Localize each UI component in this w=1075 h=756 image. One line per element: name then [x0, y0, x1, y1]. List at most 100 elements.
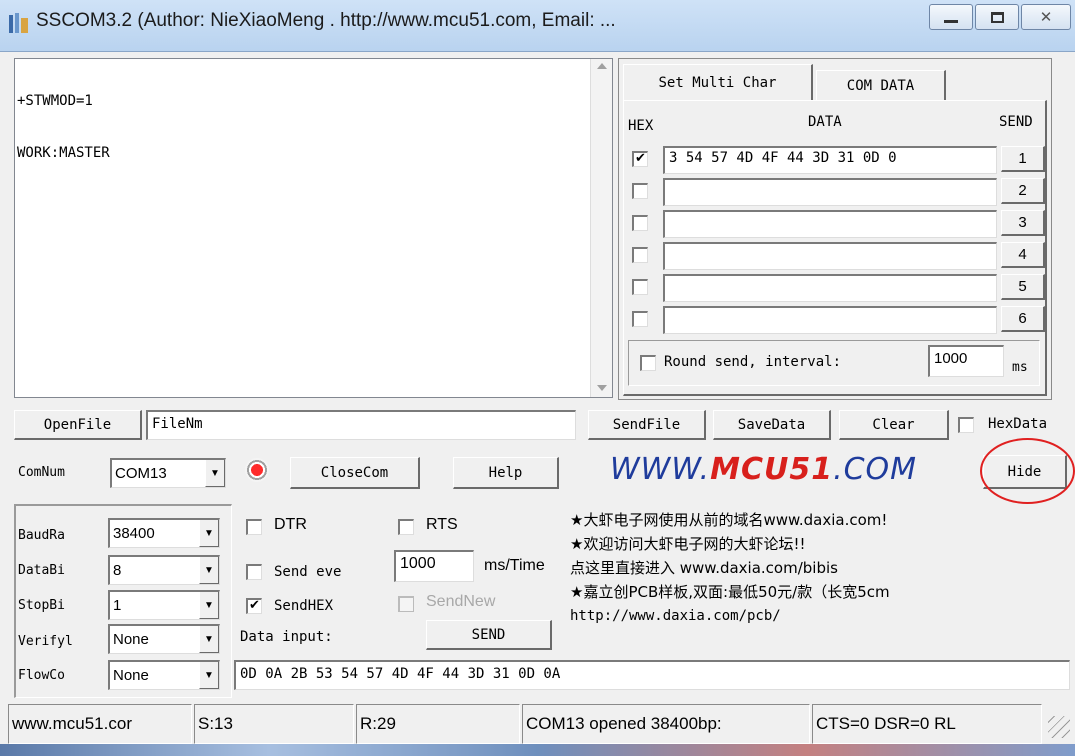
window-title: SSCOM3.2 (Author: NieXiaoMeng . http://w… [36, 10, 616, 31]
status-line-signals: CTS=0 DSR=0 RL [812, 704, 1042, 744]
scroll-up-icon[interactable] [597, 63, 607, 69]
send-hex-checkbox[interactable]: ✔ [246, 598, 262, 614]
com-num-select[interactable]: COM13 ▼ [110, 458, 226, 488]
com-num-label: ComNum [18, 465, 65, 480]
baud-rate-select[interactable]: 38400 ▼ [108, 518, 220, 548]
stop-bits-value: 1 [113, 597, 122, 614]
baud-rate-value: 38400 [113, 525, 155, 542]
brand-logo[interactable]: WWW.MCU51.COM [610, 452, 917, 487]
chevron-down-icon: ▼ [199, 626, 219, 653]
stop-bits-label: StopBi [18, 598, 65, 613]
receive-line: WORK:MASTER [17, 145, 110, 161]
close-com-button[interactable]: CloseCom [290, 457, 420, 489]
flow-control-label: FlowCo [18, 668, 65, 683]
send-hex-label: SendHEX [274, 598, 334, 614]
chevron-down-icon: ▼ [199, 520, 219, 547]
hex-data-checkbox[interactable] [958, 417, 974, 433]
send-row-button[interactable]: 4 [1001, 242, 1045, 268]
send-row-button[interactable]: 6 [1001, 306, 1045, 332]
round-send-label: Round send, interval: [664, 354, 842, 370]
chevron-down-icon: ▼ [199, 662, 219, 689]
chevron-down-icon: ▼ [205, 460, 225, 487]
close-button[interactable]: ✕ [1021, 4, 1071, 30]
data-input-label: Data input: [240, 629, 333, 645]
chevron-down-icon: ▼ [199, 592, 219, 619]
chevron-down-icon: ▼ [199, 557, 219, 584]
ad-line[interactable]: 点这里直接进入 www.daxia.com/bibis [570, 556, 1075, 580]
verify-value: None [113, 631, 149, 648]
scroll-down-icon[interactable] [597, 385, 607, 391]
maximize-icon [990, 11, 1004, 23]
round-send-checkbox[interactable] [640, 355, 656, 371]
multi-char-data-input[interactable] [663, 306, 997, 334]
hex-data-label: HexData [988, 416, 1048, 432]
multi-char-data-input[interactable] [663, 210, 997, 238]
header-send: SEND [999, 114, 1033, 130]
flow-control-value: None [113, 667, 149, 684]
multi-char-data-input[interactable] [663, 242, 997, 270]
ad-line[interactable]: http://www.daxia.com/pcb/ [570, 604, 1075, 628]
com-num-value: COM13 [115, 465, 167, 482]
hex-checkbox[interactable] [632, 215, 648, 231]
file-name-input[interactable]: FileNm [146, 410, 576, 440]
port-status-indicator-icon [245, 458, 269, 482]
send-row-button[interactable]: 3 [1001, 210, 1045, 236]
flow-control-select[interactable]: None ▼ [108, 660, 220, 690]
stop-bits-select[interactable]: 1 ▼ [108, 590, 220, 620]
data-input-field[interactable]: 0D 0A 2B 53 54 57 4D 4F 44 3D 31 0D 0A [234, 660, 1070, 690]
rts-checkbox[interactable] [398, 519, 414, 535]
close-icon: ✕ [1039, 8, 1053, 26]
open-file-button[interactable]: OpenFile [14, 410, 142, 440]
receive-scrollbar[interactable] [590, 59, 612, 397]
hex-checkbox[interactable] [632, 183, 648, 199]
send-every-label: Send eve [274, 564, 342, 580]
data-bits-select[interactable]: 8 ▼ [108, 555, 220, 585]
interval-unit: ms [1012, 360, 1028, 375]
dtr-checkbox[interactable] [246, 519, 262, 535]
tab-com-data[interactable]: COM DATA [816, 70, 946, 100]
status-bar: www.mcu51.cor S:13 R:29 COM13 opened 384… [0, 704, 1075, 744]
data-bits-value: 8 [113, 562, 122, 579]
send-row-button[interactable]: 2 [1001, 178, 1045, 204]
ad-line[interactable]: ★欢迎访问大虾电子网的大虾论坛!! [570, 532, 1075, 556]
hex-checkbox[interactable] [632, 311, 648, 327]
verify-select[interactable]: None ▼ [108, 624, 220, 654]
send-row-button[interactable]: 1 [1001, 146, 1045, 172]
ad-panel[interactable]: ★大虾电子网使用从前的域名www.daxia.com! ★欢迎访问大虾电子网的大… [570, 508, 1075, 656]
minimize-icon [944, 19, 958, 23]
status-received-count: R:29 [356, 704, 520, 744]
tab-set-multi-char[interactable]: Set Multi Char [623, 64, 813, 100]
send-new-checkbox[interactable] [398, 596, 414, 612]
multi-char-data-input[interactable]: 3 54 57 4D 4F 44 3D 31 0D 0 [663, 146, 997, 174]
send-every-interval-input[interactable]: 1000 [394, 550, 474, 582]
data-bits-label: DataBi [18, 563, 65, 578]
resize-grip-icon[interactable] [1048, 716, 1070, 738]
send-every-checkbox[interactable] [246, 564, 262, 580]
send-new-label: SendNew [426, 593, 496, 610]
status-site: www.mcu51.cor [8, 704, 192, 744]
save-data-button[interactable]: SaveData [713, 410, 831, 440]
maximize-button[interactable] [975, 4, 1019, 30]
verify-label: Verifyl [18, 634, 73, 649]
hex-checkbox[interactable] [632, 279, 648, 295]
receive-area[interactable]: +STWMOD=1 WORK:MASTER [14, 58, 613, 398]
multi-char-data-input[interactable] [663, 178, 997, 206]
hex-checkbox[interactable]: ✔ [632, 151, 648, 167]
status-port-state: COM13 opened 38400bp: [522, 704, 810, 744]
multi-char-data-input[interactable] [663, 274, 997, 302]
round-interval-input[interactable]: 1000 [928, 345, 1004, 377]
rts-label: RTS [426, 516, 458, 533]
send-file-button[interactable]: SendFile [588, 410, 706, 440]
ad-line[interactable]: ★大虾电子网使用从前的域名www.daxia.com! [570, 508, 1075, 532]
status-sent-count: S:13 [194, 704, 354, 744]
desktop-strip [0, 744, 1075, 756]
help-button[interactable]: Help [453, 457, 559, 489]
dtr-label: DTR [274, 516, 307, 533]
hex-checkbox[interactable] [632, 247, 648, 263]
send-button[interactable]: SEND [426, 620, 552, 650]
clear-button[interactable]: Clear [839, 410, 949, 440]
minimize-button[interactable] [929, 4, 973, 30]
app-icon [9, 13, 28, 33]
ad-line[interactable]: ★嘉立创PCB样板,双面:最低50元/款（长宽5cm [570, 580, 1075, 604]
send-row-button[interactable]: 5 [1001, 274, 1045, 300]
